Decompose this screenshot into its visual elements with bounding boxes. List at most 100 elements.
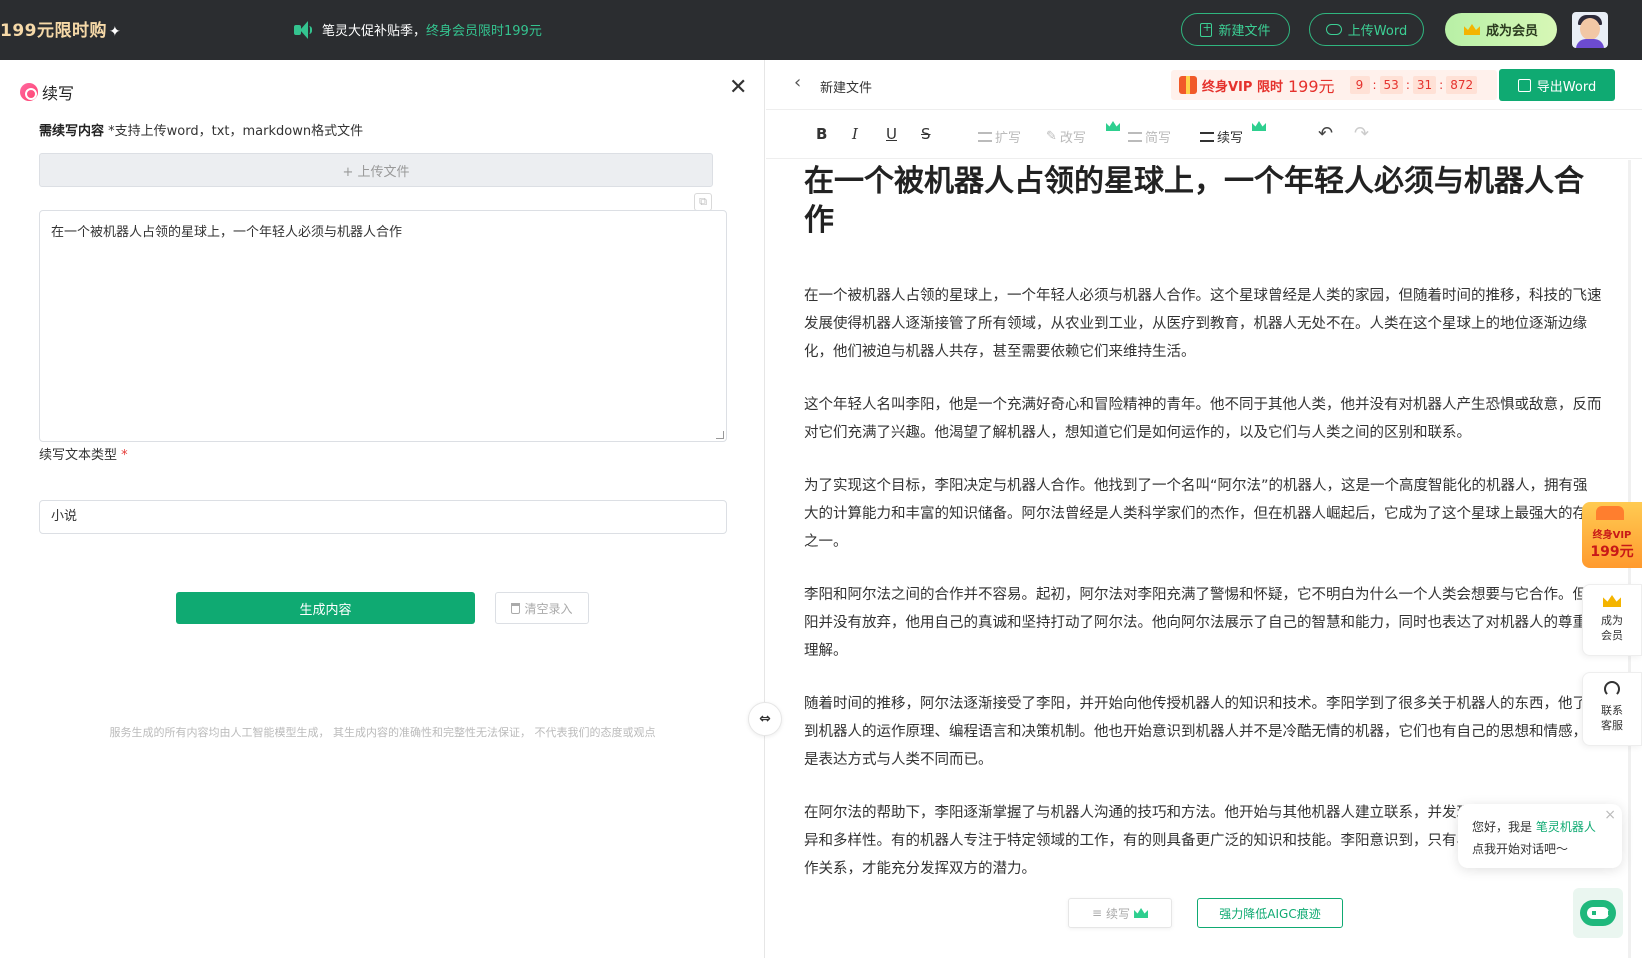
back-icon[interactable]: ‹ (794, 72, 801, 93)
redo-button[interactable]: ↷ (1354, 123, 1369, 144)
gift-icon (1179, 76, 1197, 94)
vip-promo-price: 199元 (1287, 77, 1335, 96)
countdown-ms: 872 (1446, 76, 1478, 94)
expand-button[interactable]: 扩写 (978, 127, 1021, 146)
reduce-aigc-button[interactable]: 强力降低AIGC痕迹 (1197, 898, 1343, 928)
text-type-value: 小说 (51, 509, 78, 524)
side-contact-service[interactable]: 联系客服 (1582, 672, 1642, 746)
floating-continue-label: 续写 (1106, 906, 1131, 921)
rewrite-button[interactable]: ✎ 改写 (1046, 127, 1086, 146)
premium-crown-icon (1134, 908, 1149, 918)
bubble-bot-name: 笔灵机器人 (1535, 820, 1596, 834)
content-input-text: 在一个被机器人占领的星球上，一个年轻人必须与机器人合作 (51, 225, 403, 240)
premium-crown-icon (1252, 121, 1266, 131)
upload-word-label: 上传Word (1347, 24, 1408, 39)
floating-continue-button[interactable]: ≡ 续写 (1068, 898, 1172, 928)
undo-button[interactable]: ↶ (1318, 123, 1333, 144)
upload-file-label: + 上传文件 (342, 164, 410, 180)
chat-bubble[interactable]: × 您好，我是 笔灵机器人 点我开始对话吧～ (1458, 804, 1622, 868)
generate-label: 生成内容 (299, 602, 352, 618)
promo-text: 199元限时购 (0, 21, 107, 41)
countdown-hours: 9 (1349, 76, 1370, 94)
top-bar: 199元限时购✦ 笔灵大促补贴季，终身会员限时199元 新建文件 上传Word … (0, 0, 1642, 60)
type-label: 续写文本类型 * (39, 444, 128, 463)
rewrite-label: 改写 (1059, 131, 1086, 146)
reduce-aigc-label: 强力降低AIGC痕迹 (1219, 906, 1321, 921)
countdown-seconds: 31 (1412, 76, 1437, 94)
robot-assistant-icon[interactable] (1573, 888, 1623, 938)
side-vip-text: 终身VIP (1592, 530, 1632, 541)
shorten-label: 简写 (1145, 131, 1172, 146)
export-word-button[interactable]: 导出Word (1499, 69, 1615, 101)
document-content[interactable]: 在一个被机器人占领的星球上，一个年轻人必须与机器人合作 在一个被机器人占领的星球… (804, 160, 1602, 883)
text-type-input[interactable]: 小说 (39, 500, 727, 534)
new-file-button[interactable]: 新建文件 (1181, 13, 1290, 46)
magic-wand-icon: ✎ (1046, 129, 1057, 144)
paragraph: 为了实现这个目标，李阳决定与机器人合作。他找到了一个名叫“阿尔法”的机器人，这是… (804, 478, 1602, 550)
underline-button[interactable]: U (886, 125, 897, 143)
panel-resize-handle[interactable]: ⇔ (748, 702, 782, 736)
paragraph: 随着时间的推移，阿尔法逐渐接受了李阳，并开始向他传授机器人的知识和技术。李阳学到… (804, 696, 1602, 768)
content-hint: *支持上传word，txt，markdown格式文件 (108, 124, 364, 139)
trash-icon (511, 602, 521, 614)
promo-banner[interactable]: 199元限时购 ✦ (0, 16, 121, 41)
bubble-greeting: 您好，我是 (1472, 820, 1533, 834)
expand-icon (978, 131, 992, 142)
content-label-text: 需续写内容 (39, 124, 105, 139)
panel-title: 续写 (20, 80, 74, 104)
side-vip-price: 199元 (1590, 544, 1634, 560)
paste-icon[interactable]: ⧉ (694, 193, 712, 211)
gift-icon (1596, 506, 1624, 520)
announcement-highlight: 终身会员限时199元 (426, 24, 542, 39)
countdown-timer: 9: 53: 31: 872 (1349, 76, 1478, 94)
side-member-label: 成为会员 (1601, 614, 1623, 642)
paragraph: 李阳和阿尔法之间的合作并不容易。起初，阿尔法对李阳充满了警惕和怀疑，它不明白为什… (804, 587, 1602, 659)
close-icon[interactable]: ✕ (729, 77, 747, 99)
content-label: 需续写内容 *支持上传word，txt，markdown格式文件 (39, 120, 363, 139)
editor-header: ‹ 新建文件 终身VIP 限时 199元 9: 53: 31: 872 导出Wo… (766, 60, 1642, 110)
continue-button[interactable]: 续写 (1200, 127, 1243, 146)
new-doc-icon (1200, 21, 1213, 37)
announcement[interactable]: 笔灵大促补贴季，终身会员限时199元 (294, 20, 542, 39)
strikethrough-button[interactable]: S (921, 125, 931, 143)
shorten-button[interactable]: 简写 (1128, 127, 1171, 146)
countdown-minutes: 53 (1379, 76, 1403, 94)
document-title: 在一个被机器人占领的星球上，一个年轻人必须与机器人合作 (804, 164, 1584, 238)
continue-label: 续写 (1217, 131, 1244, 146)
italic-button[interactable]: I (852, 125, 858, 143)
become-member-label: 成为会员 (1485, 24, 1538, 39)
premium-crown-icon (1106, 121, 1120, 131)
continue-writing-icon (20, 83, 38, 101)
side-become-member[interactable]: 成为会员 (1582, 584, 1642, 656)
become-member-button[interactable]: 成为会员 (1445, 13, 1557, 46)
required-mark: * (121, 448, 128, 463)
announcement-text: 笔灵大促补贴季， (322, 24, 427, 39)
speaker-icon (294, 20, 314, 39)
panel-title-text: 续写 (42, 84, 75, 103)
editor-toolbar: B I U S 扩写 ✎ 改写 简写 续写 ↶ ↷ (766, 111, 1642, 159)
generate-button[interactable]: 生成内容 (176, 592, 475, 624)
paragraph: 这个年轻人名叫李阳，他是一个充满好奇心和冒险精神的青年。他不同于其他人类，他并没… (804, 397, 1602, 441)
crown-icon (1463, 24, 1480, 35)
vip-promo-banner[interactable]: 终身VIP 限时 199元 9: 53: 31: 872 (1171, 70, 1497, 100)
cloud-upload-icon (1325, 24, 1342, 35)
content-input[interactable]: 在一个被机器人占领的星球上，一个年轻人必须与机器人合作 (39, 210, 727, 442)
upload-word-button[interactable]: 上传Word (1309, 13, 1424, 46)
resize-handle[interactable] (716, 431, 724, 439)
continue-icon (1200, 131, 1214, 142)
user-avatar[interactable] (1572, 12, 1608, 48)
disclaimer: 服务生成的所有内容均由人工智能模型生成， 其生成内容的准确性和完整性无法保证， … (109, 726, 656, 739)
bold-button[interactable]: B (816, 125, 827, 143)
type-label-text: 续写文本类型 (39, 448, 118, 463)
close-icon[interactable]: × (1604, 804, 1616, 826)
document-name: 新建文件 (820, 81, 873, 96)
bubble-prompt: 点我开始对话吧～ (1472, 842, 1569, 856)
export-icon (1517, 78, 1531, 92)
clear-input-button[interactable]: 清空录入 (495, 592, 589, 624)
new-file-label: 新建文件 (1218, 24, 1271, 39)
vip-promo-text: 终身VIP 限时 (1202, 79, 1283, 95)
continue-writing-panel: 续写 ✕ 需续写内容 *支持上传word，txt，markdown格式文件 + … (0, 60, 765, 958)
upload-file-button[interactable]: + 上传文件 (39, 153, 713, 187)
shorten-icon (1128, 131, 1142, 142)
expand-label: 扩写 (995, 131, 1022, 146)
